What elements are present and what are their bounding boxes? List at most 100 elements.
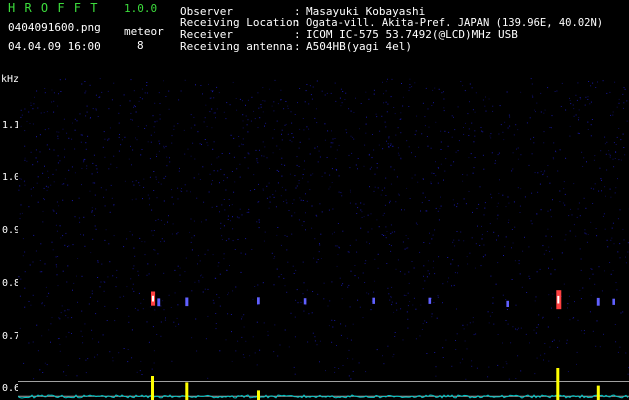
noise-pixel <box>592 203 594 204</box>
noise-pixel <box>223 253 225 255</box>
noise-pixel <box>278 276 280 278</box>
noise-pixel <box>625 256 626 258</box>
noise-pixel <box>326 92 328 94</box>
noise-pixel <box>405 235 407 236</box>
noise-pixel <box>552 157 554 159</box>
noise-pixel <box>263 240 265 242</box>
noise-pixel <box>203 201 205 203</box>
noise-pixel <box>129 100 131 102</box>
noise-pixel <box>431 313 433 315</box>
noise-pixel <box>402 105 404 107</box>
noise-pixel <box>71 200 73 202</box>
noise-pixel <box>388 136 390 138</box>
noise-pixel <box>400 118 402 120</box>
noise-pixel <box>433 302 435 303</box>
noise-pixel <box>465 122 466 124</box>
noise-pixel <box>281 163 283 165</box>
noise-pixel <box>513 201 515 203</box>
noise-pixel <box>184 184 186 186</box>
noise-pixel <box>602 80 604 82</box>
noise-pixel <box>204 288 206 290</box>
noise-pixel <box>578 133 580 134</box>
noise-pixel <box>402 96 404 98</box>
noise-pixel <box>407 327 409 329</box>
noise-pixel <box>617 178 618 180</box>
noise-pixel <box>350 339 352 341</box>
noise-pixel <box>373 89 375 91</box>
meteor-echo <box>185 297 189 307</box>
noise-pixel <box>357 158 359 159</box>
noise-pixel <box>431 105 433 106</box>
noise-pixel <box>502 131 504 133</box>
noise-pixel <box>259 149 260 151</box>
noise-pixel <box>373 93 375 95</box>
noise-pixel <box>242 100 243 102</box>
noise-pixel <box>216 86 218 88</box>
noise-pixel <box>271 105 273 107</box>
noise-pixel <box>609 154 611 156</box>
noise-pixel <box>529 278 531 280</box>
noise-pixel <box>377 187 379 189</box>
noise-pixel <box>172 203 174 205</box>
noise-pixel <box>407 247 409 249</box>
noise-pixel <box>40 112 42 114</box>
noise-pixel <box>230 314 232 315</box>
noise-pixel <box>213 170 215 172</box>
noise-pixel <box>199 143 201 145</box>
noise-pixel <box>163 177 165 179</box>
noise-pixel <box>97 300 99 302</box>
noise-pixel <box>531 94 533 96</box>
noise-pixel <box>456 231 458 232</box>
noise-pixel <box>583 333 585 335</box>
noise-pixel <box>160 183 162 185</box>
noise-pixel <box>550 273 552 275</box>
noise-pixel <box>141 88 143 90</box>
noise-pixel <box>177 304 179 306</box>
noise-pixel <box>315 214 317 216</box>
noise-pixel <box>137 270 139 272</box>
noise-pixel <box>443 110 445 112</box>
noise-pixel <box>548 360 550 362</box>
noise-pixel <box>108 108 110 110</box>
noise-pixel <box>44 92 46 94</box>
noise-pixel <box>547 210 549 212</box>
noise-pixel <box>375 113 377 115</box>
noise-pixel <box>594 155 596 157</box>
noise-pixel <box>350 191 351 193</box>
noise-pixel <box>324 123 326 125</box>
noise-pixel <box>572 104 574 106</box>
noise-pixel <box>458 239 460 241</box>
noise-pixel <box>112 360 114 362</box>
noise-pixel <box>203 121 205 123</box>
noise-pixel <box>242 114 244 116</box>
noise-pixel <box>33 378 35 380</box>
noise-pixel <box>86 105 88 107</box>
noise-pixel <box>613 166 615 168</box>
noise-pixel <box>585 96 587 98</box>
noise-pixel <box>319 203 321 205</box>
noise-pixel <box>160 219 162 221</box>
noise-pixel <box>543 131 545 133</box>
noise-pixel <box>26 120 28 122</box>
noise-pixel <box>386 231 388 232</box>
noise-pixel <box>113 204 115 205</box>
noise-pixel <box>74 118 76 120</box>
noise-pixel <box>496 218 498 220</box>
noise-pixel <box>349 202 351 204</box>
noise-pixel <box>85 90 87 92</box>
noise-pixel <box>590 135 592 137</box>
noise-pixel <box>428 126 430 128</box>
noise-pixel <box>308 103 310 105</box>
noise-pixel <box>336 169 338 171</box>
noise-pixel <box>569 230 571 232</box>
noise-pixel <box>165 175 167 177</box>
noise-pixel <box>153 171 155 172</box>
noise-pixel <box>55 224 57 226</box>
noise-pixel <box>68 169 70 171</box>
noise-pixel <box>381 234 383 236</box>
noise-pixel <box>253 174 255 176</box>
noise-pixel <box>543 112 545 114</box>
noise-pixel <box>302 177 303 179</box>
noise-pixel <box>526 122 528 124</box>
noise-pixel <box>44 165 45 167</box>
